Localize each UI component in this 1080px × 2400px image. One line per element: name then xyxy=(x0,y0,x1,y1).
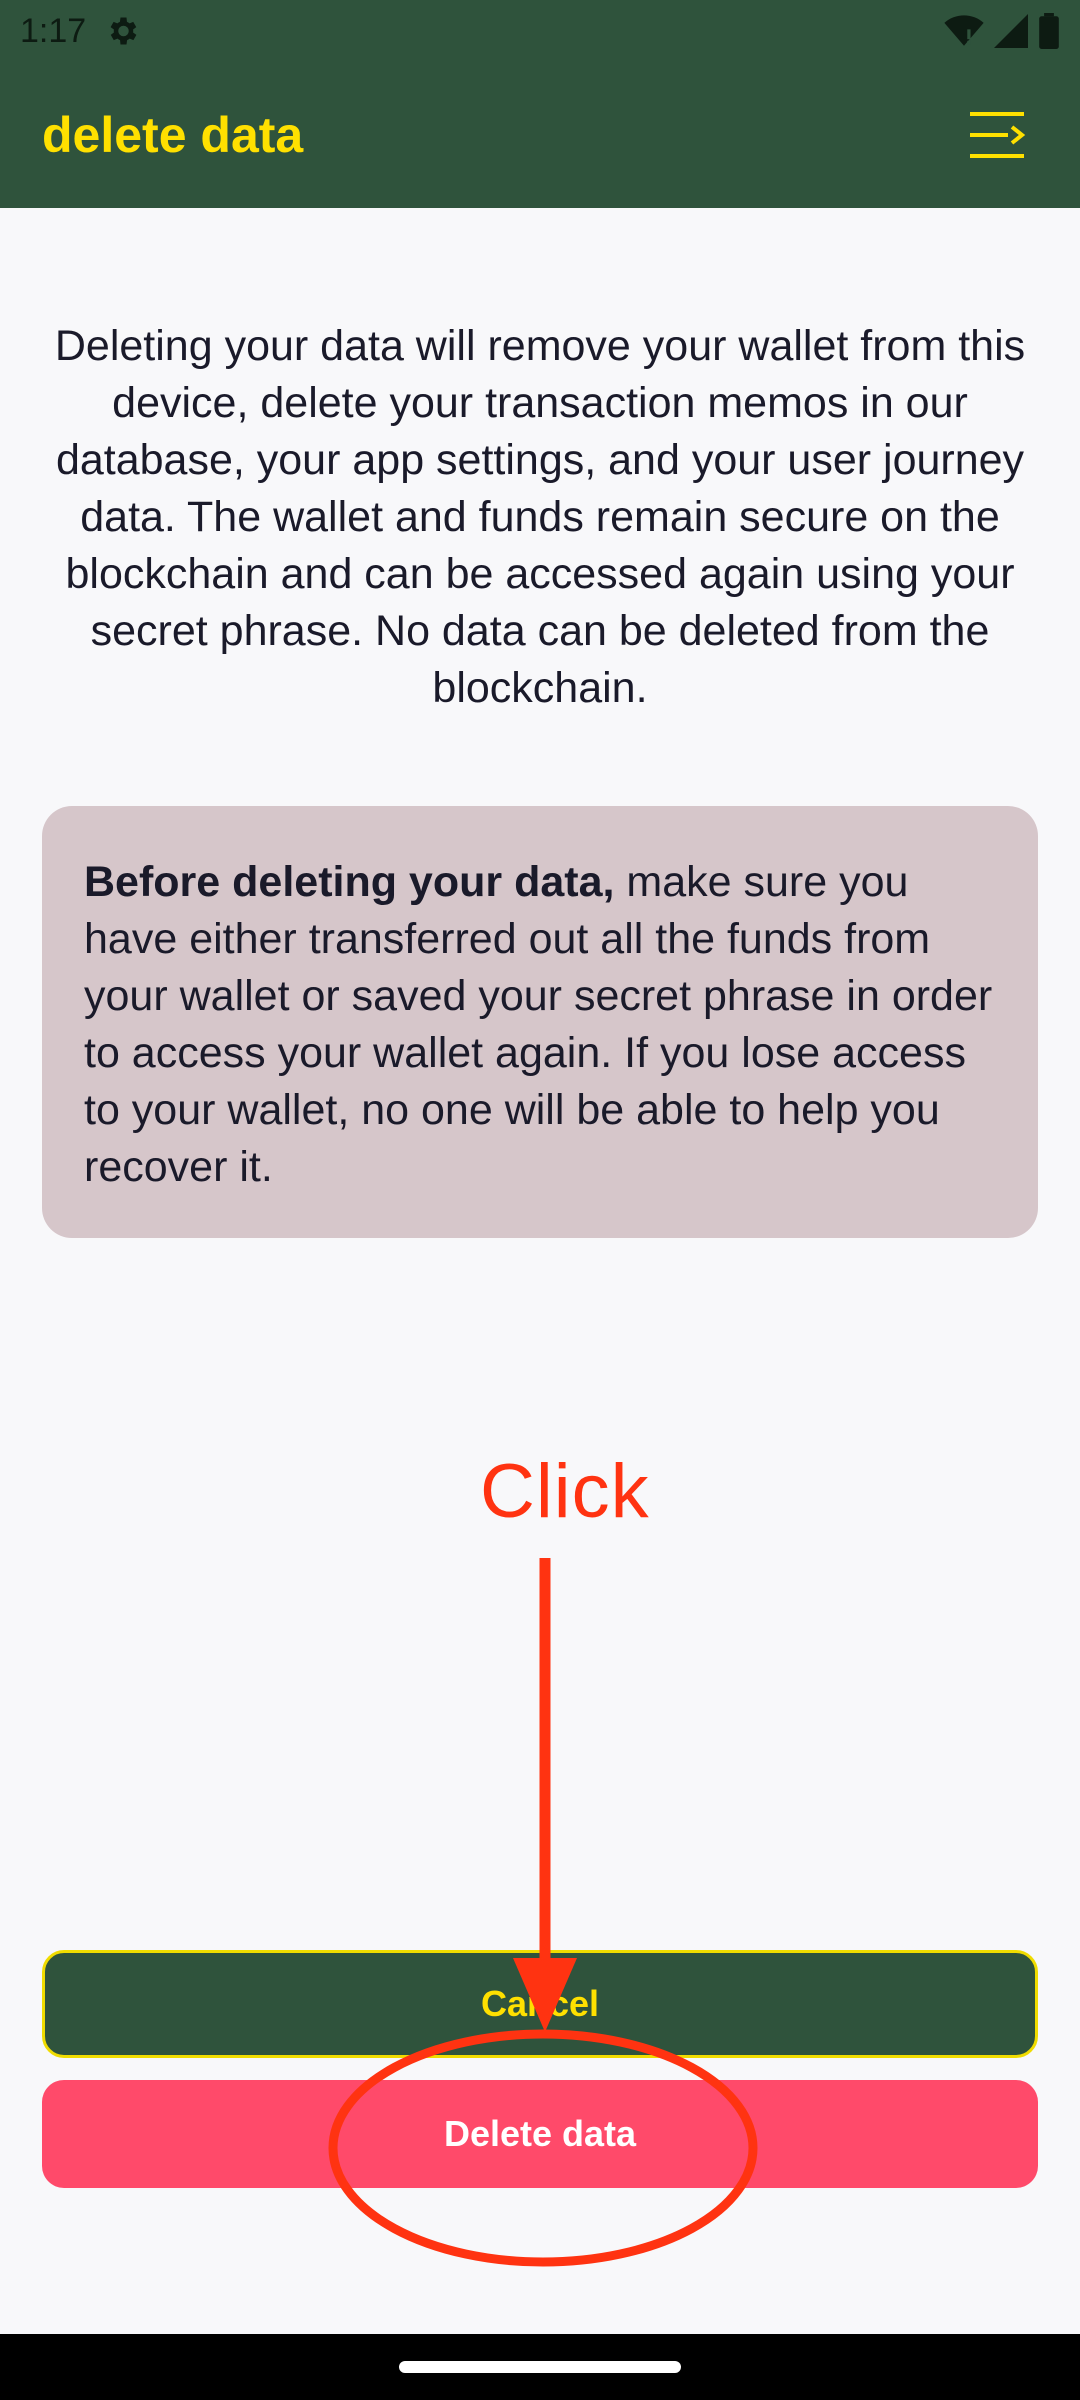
cancel-button[interactable]: Cancel xyxy=(42,1950,1038,2058)
delete-data-button-label: Delete data xyxy=(443,2113,637,2154)
battery-icon xyxy=(1039,13,1059,49)
warning-text: make sure you have either transferred ou… xyxy=(84,858,993,1191)
menu-icon xyxy=(970,112,1026,158)
status-icons xyxy=(944,13,1060,49)
warning-card: Before deleting your data, make sure you… xyxy=(42,806,1038,1238)
status-bar: 1:17 xyxy=(0,0,1080,62)
app-bar: delete data xyxy=(0,62,1080,208)
signal-icon xyxy=(994,14,1028,48)
page-title: delete data xyxy=(42,107,304,163)
home-gesture-handle[interactable] xyxy=(399,2361,681,2373)
annotation-click-label: Click xyxy=(480,1449,650,1534)
delete-data-button[interactable]: Delete data xyxy=(42,2080,1038,2188)
intro-text: Deleting your data will remove your wall… xyxy=(54,322,1026,712)
wifi-icon xyxy=(944,15,984,46)
cancel-button-label: Cancel xyxy=(480,1983,600,2024)
warning-bold-text: Before deleting your data, xyxy=(84,858,615,906)
menu-button[interactable] xyxy=(958,95,1038,175)
status-time: 1:17 xyxy=(20,11,87,50)
settings-gear-icon xyxy=(110,17,137,45)
system-nav-bar xyxy=(0,2334,1080,2400)
